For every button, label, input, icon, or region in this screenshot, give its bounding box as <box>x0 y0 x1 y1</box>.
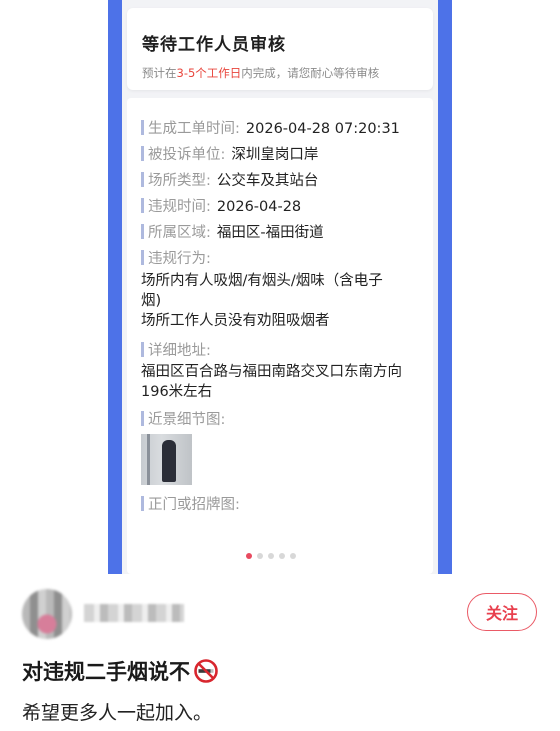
field-value: 深圳皇岗口岸 <box>231 147 319 163</box>
carousel-indicator <box>246 553 296 559</box>
screenshot-content: 等待工作人员审核 预计在3-5个工作日内完成，请您耐心等待审核 生成工单时间: 2… <box>122 0 438 574</box>
carousel-dot[interactable] <box>268 553 274 559</box>
complaint-detail-card: 生成工单时间: 2026-04-28 07:20:31 被投诉单位: 深圳皇岗口岸 … <box>127 98 433 574</box>
behavior-line-2: 烟) <box>141 293 162 309</box>
field-label: 被投诉单位: <box>148 147 226 163</box>
field-venue-type: 场所类型: 公交车及其站台 <box>141 169 318 190</box>
avatar[interactable] <box>22 589 72 639</box>
behavior-line-1: 场所内有人吸烟/有烟头/烟味（含电子 <box>141 273 383 289</box>
status-sub-prefix: 预计在 <box>142 66 177 80</box>
field-label: 场所类型: <box>148 173 211 189</box>
address-line-1: 福田区百合路与福田南路交叉口东南方向 <box>141 364 402 380</box>
field-behavior: 违规行为: <box>141 247 211 268</box>
closeup-photo-thumbnail[interactable] <box>141 434 192 485</box>
field-complained-unit: 被投诉单位: 深圳皇岗口岸 <box>141 143 318 164</box>
follow-button[interactable]: 关注 <box>467 593 537 631</box>
field-closeup: 近景细节图: <box>141 408 225 429</box>
field-entrance: 正门或招牌图: <box>141 493 240 514</box>
field-created-time: 生成工单时间: 2026-04-28 07:20:31 <box>141 117 400 138</box>
field-value: 公交车及其站台 <box>216 173 319 189</box>
post-title: 对违规二手烟说不 <box>22 660 190 684</box>
post-body: 希望更多人一起加入。 <box>22 702 213 724</box>
field-violation-time: 违规时间: 2026-04-28 <box>141 195 301 216</box>
screenshot-panel: 等待工作人员审核 预计在3-5个工作日内完成，请您耐心等待审核 生成工单时间: 2… <box>108 0 452 574</box>
field-value: 福田区-福田街道 <box>216 225 324 241</box>
field-value: 2026-04-28 <box>216 199 302 215</box>
field-label: 正门或招牌图: <box>148 497 240 513</box>
field-label: 所属区域: <box>148 225 211 241</box>
behavior-line-3: 场所工作人员没有劝阻吸烟者 <box>141 313 330 329</box>
status-sub-highlight: 3-5个工作日 <box>176 66 242 80</box>
carousel-dot[interactable] <box>279 553 285 559</box>
no-smoking-icon <box>194 659 218 683</box>
field-label: 生成工单时间: <box>148 121 240 137</box>
field-label: 详细地址: <box>148 343 211 359</box>
field-value: 2026-04-28 07:20:31 <box>245 121 400 137</box>
carousel-dot[interactable] <box>257 553 263 559</box>
status-subtitle: 预计在3-5个工作日内完成，请您耐心等待审核 <box>142 65 379 81</box>
field-label: 违规行为: <box>148 251 211 267</box>
field-label: 近景细节图: <box>148 412 226 428</box>
carousel-dot[interactable] <box>246 553 252 559</box>
field-label: 违规时间: <box>148 199 211 215</box>
status-title: 等待工作人员审核 <box>142 35 286 55</box>
carousel-dot[interactable] <box>290 553 296 559</box>
status-sub-suffix: 内完成，请您耐心等待审核 <box>241 66 380 80</box>
address-line-2: 196米左右 <box>141 384 213 400</box>
field-district: 所属区域: 福田区-福田街道 <box>141 221 324 242</box>
field-address: 详细地址: <box>141 339 211 360</box>
post-title-row: 对违规二手烟说不 <box>22 656 218 686</box>
review-status-card: 等待工作人员审核 预计在3-5个工作日内完成，请您耐心等待审核 <box>127 8 433 90</box>
username-blurred[interactable] <box>84 604 184 622</box>
